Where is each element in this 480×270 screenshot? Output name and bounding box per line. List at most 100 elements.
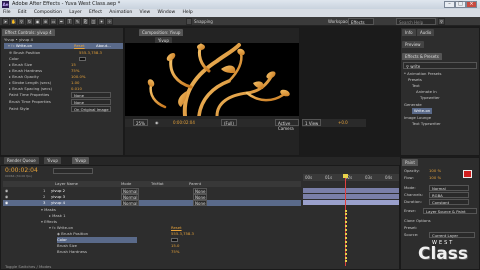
brush-hardness-value[interactable]: 75% xyxy=(171,249,179,255)
layer-bar[interactable] xyxy=(303,188,399,193)
menu-effect[interactable]: Effect xyxy=(86,9,105,15)
channels-select[interactable]: RGBA xyxy=(429,192,469,198)
layer-bar[interactable] xyxy=(303,194,399,199)
snapping-checkbox[interactable] xyxy=(186,18,192,25)
eye-icon[interactable]: ◉ xyxy=(5,200,8,206)
brush-time-select[interactable]: None xyxy=(71,99,111,105)
tab-timeline-yivup[interactable]: Yivup xyxy=(44,157,61,164)
flow-label: Flow: xyxy=(404,175,414,180)
menu-layer[interactable]: Layer xyxy=(66,9,85,15)
search-help-input[interactable]: Search Help xyxy=(396,18,436,25)
search-icon[interactable]: ⚲ xyxy=(438,18,445,25)
erase-label: Erase: xyxy=(404,208,416,213)
menu-help[interactable]: Help xyxy=(180,9,196,15)
source-select[interactable]: Current Layer xyxy=(429,232,475,238)
camera-snapshot-icon[interactable]: ◉ xyxy=(155,120,159,125)
west-class-logo: WEST Class xyxy=(418,240,474,266)
pan-behind-tool-icon[interactable]: ⊕ xyxy=(42,18,49,25)
keyframe-column[interactable] xyxy=(345,210,347,262)
window-title: Adobe After Effects - Yuva West Class.ae… xyxy=(12,1,121,7)
close-icon[interactable]: × xyxy=(466,1,477,8)
tab-effect-controls[interactable]: Effect Controls: yivup 4 xyxy=(2,29,55,36)
effect-write-on-header[interactable]: ▾ fx Write-on Reset About... xyxy=(4,43,123,49)
opacity-label: Opacity: xyxy=(404,168,420,173)
preset-label: Preset: xyxy=(404,225,418,230)
brush-position-value[interactable]: 555.3,758.3 xyxy=(171,231,194,237)
workspace-select[interactable]: Effects xyxy=(348,18,374,25)
roto-brush-tool-icon[interactable]: ✦ xyxy=(98,18,105,25)
brush-position-value[interactable]: 555.3,758.3 xyxy=(79,50,102,56)
tab-info[interactable]: Info xyxy=(402,29,416,36)
active-camera-select[interactable]: Active Camera xyxy=(275,119,299,131)
rotate-tool-icon[interactable]: ↻ xyxy=(26,18,33,25)
toggle-modes-label[interactable]: Toggle Switches / Modes xyxy=(5,264,51,270)
bottom-tab-bar: Render Queue Yivup Yivup xyxy=(0,157,400,165)
tools-toolbar: ➤ ✋ ⚲ ↻ ◉ ⊕ ▭ ✒ T ✎ ⎘ ◫ ✦ ✧ Snapping Wor… xyxy=(0,17,480,26)
selection-tool-icon[interactable]: ➤ xyxy=(2,18,9,25)
layer-name[interactable]: yivup 4 xyxy=(51,200,65,206)
timeline-search-input[interactable] xyxy=(53,168,93,174)
menu-view[interactable]: View xyxy=(137,9,154,15)
timeline-header: Layer Name Mode TrkMat Parent xyxy=(3,181,301,187)
menu-composition[interactable]: Composition xyxy=(31,9,65,15)
tree-item[interactable]: Typewriter xyxy=(420,95,440,101)
timeline-panel: 0:00:02:04 00064 (30.00 fps) Layer Name … xyxy=(0,165,400,270)
hand-tool-icon[interactable]: ✋ xyxy=(10,18,17,25)
tab-preview[interactable]: Preview xyxy=(402,41,424,48)
tab-timeline-yivup-active[interactable]: Yivup xyxy=(72,157,89,164)
time-ruler[interactable]: 00s 01s 02s 03s 04s xyxy=(303,174,399,181)
paint-style-select[interactable]: On Original Image xyxy=(71,106,111,112)
tab-effects-presets[interactable]: Effects & Presets xyxy=(402,53,442,60)
resolution-select[interactable]: (Full) xyxy=(221,119,237,126)
puppet-tool-icon[interactable]: ✧ xyxy=(106,18,113,25)
menu-animation[interactable]: Animation xyxy=(106,9,135,15)
tab-render-queue[interactable]: Render Queue xyxy=(4,157,39,164)
tree-item[interactable]: Text Typewriter xyxy=(412,121,441,127)
pen-tool-icon[interactable]: ✒ xyxy=(58,18,65,25)
text-tool-icon[interactable]: T xyxy=(66,18,73,25)
clone-options-label: Clone Options xyxy=(404,218,431,223)
composition-viewer[interactable] xyxy=(125,43,299,116)
comp-timecode[interactable]: 0:00:02:04 xyxy=(173,120,195,125)
paint-mode-select[interactable]: Normal xyxy=(429,185,469,191)
flow-value[interactable]: 100 % xyxy=(429,175,441,181)
about-link[interactable]: About... xyxy=(96,43,111,49)
view-layout-select[interactable]: 1 View xyxy=(302,119,322,126)
table-row-selected[interactable]: ◉ 3 yivup 4 Normal None xyxy=(3,200,301,206)
maximize-icon[interactable]: □ xyxy=(455,1,466,8)
parent-header: Parent xyxy=(189,181,202,186)
reset-link[interactable]: Reset xyxy=(74,43,85,49)
color-swatch[interactable] xyxy=(171,238,178,242)
duration-select[interactable]: Constant xyxy=(429,199,469,205)
exposure-value[interactable]: +0.0 xyxy=(338,120,348,125)
tab-paint[interactable]: Paint xyxy=(402,159,418,166)
mask-tool-icon[interactable]: ▭ xyxy=(50,18,57,25)
timeline-timecode[interactable]: 0:00:02:04 xyxy=(5,167,38,174)
eraser-tool-icon[interactable]: ◫ xyxy=(90,18,97,25)
zoom-tool-icon[interactable]: ⚲ xyxy=(18,18,25,25)
layer-bar-selected[interactable] xyxy=(303,200,399,205)
expand-triangle-icon[interactable]: ▾ fx xyxy=(8,43,16,48)
zoom-select[interactable]: 25% xyxy=(133,119,148,126)
menu-file[interactable]: File xyxy=(0,9,14,15)
tree-item-selected[interactable]: Write-on xyxy=(412,108,433,114)
brush-tool-icon[interactable]: ✎ xyxy=(74,18,81,25)
prop-row: Brush Hardness xyxy=(57,249,87,254)
after-effects-app-icon: Ae xyxy=(2,1,9,8)
minimize-icon[interactable]: – xyxy=(444,1,455,8)
menu-window[interactable]: Window xyxy=(154,9,178,15)
opacity-value[interactable]: 100 % xyxy=(429,168,441,174)
tab-composition[interactable]: Composition: Yivup xyxy=(139,29,184,36)
effects-search-input[interactable]: ⚲ write xyxy=(403,62,477,69)
tab-audio[interactable]: Audio xyxy=(417,29,435,36)
camera-tool-icon[interactable]: ◉ xyxy=(34,18,41,25)
erase-select[interactable]: Layer Source & Paint xyxy=(423,208,477,214)
color-swatch[interactable] xyxy=(79,57,86,61)
paint-time-select[interactable]: None xyxy=(71,92,111,98)
composition-footer-right: 1 View +0.0 xyxy=(302,119,366,127)
title-bar: Ae Adobe After Effects - Yuva West Class… xyxy=(0,0,480,9)
menu-edit[interactable]: Edit xyxy=(15,9,30,15)
clone-stamp-tool-icon[interactable]: ⎘ xyxy=(82,18,89,25)
foreground-color-swatch[interactable] xyxy=(463,170,472,178)
playhead-handle-icon[interactable] xyxy=(343,174,348,178)
